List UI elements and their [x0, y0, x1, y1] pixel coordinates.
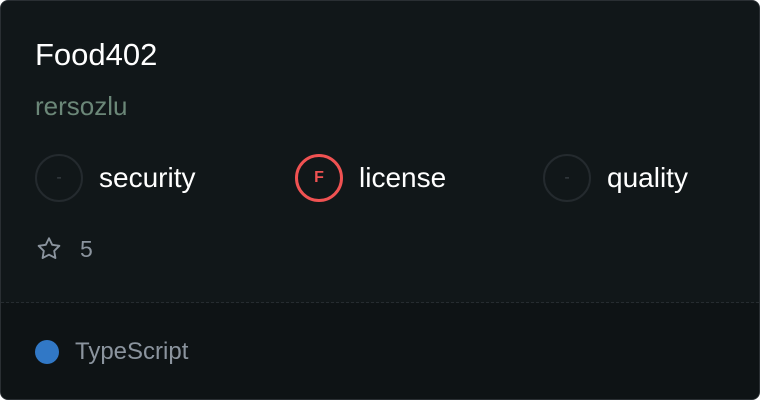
quality-label: quality: [607, 162, 688, 193]
language-color-dot: [35, 340, 59, 364]
stars: 5: [35, 234, 93, 264]
language: TypeScript: [35, 337, 188, 367]
score-quality: - quality: [543, 154, 688, 202]
star-outline-icon: [37, 237, 61, 259]
star-count: 5: [80, 235, 93, 262]
repo-name-link[interactable]: Food402: [35, 35, 157, 75]
license-grade-badge: F: [295, 154, 343, 202]
security-label: security: [99, 162, 196, 193]
repo-card-header: Food402 rersozlu - security F license - …: [1, 1, 759, 303]
score-license: F license: [295, 154, 446, 202]
quality-grade-badge: -: [543, 154, 591, 202]
repo-card-footer: TypeScript: [1, 303, 759, 399]
language-name: TypeScript: [75, 338, 189, 365]
repo-card[interactable]: Food402 rersozlu - security F license - …: [0, 0, 760, 400]
score-security: - security: [35, 154, 195, 202]
repo-owner: rersozlu: [35, 91, 128, 121]
security-grade-badge: -: [35, 154, 83, 202]
license-label: license: [359, 162, 447, 193]
